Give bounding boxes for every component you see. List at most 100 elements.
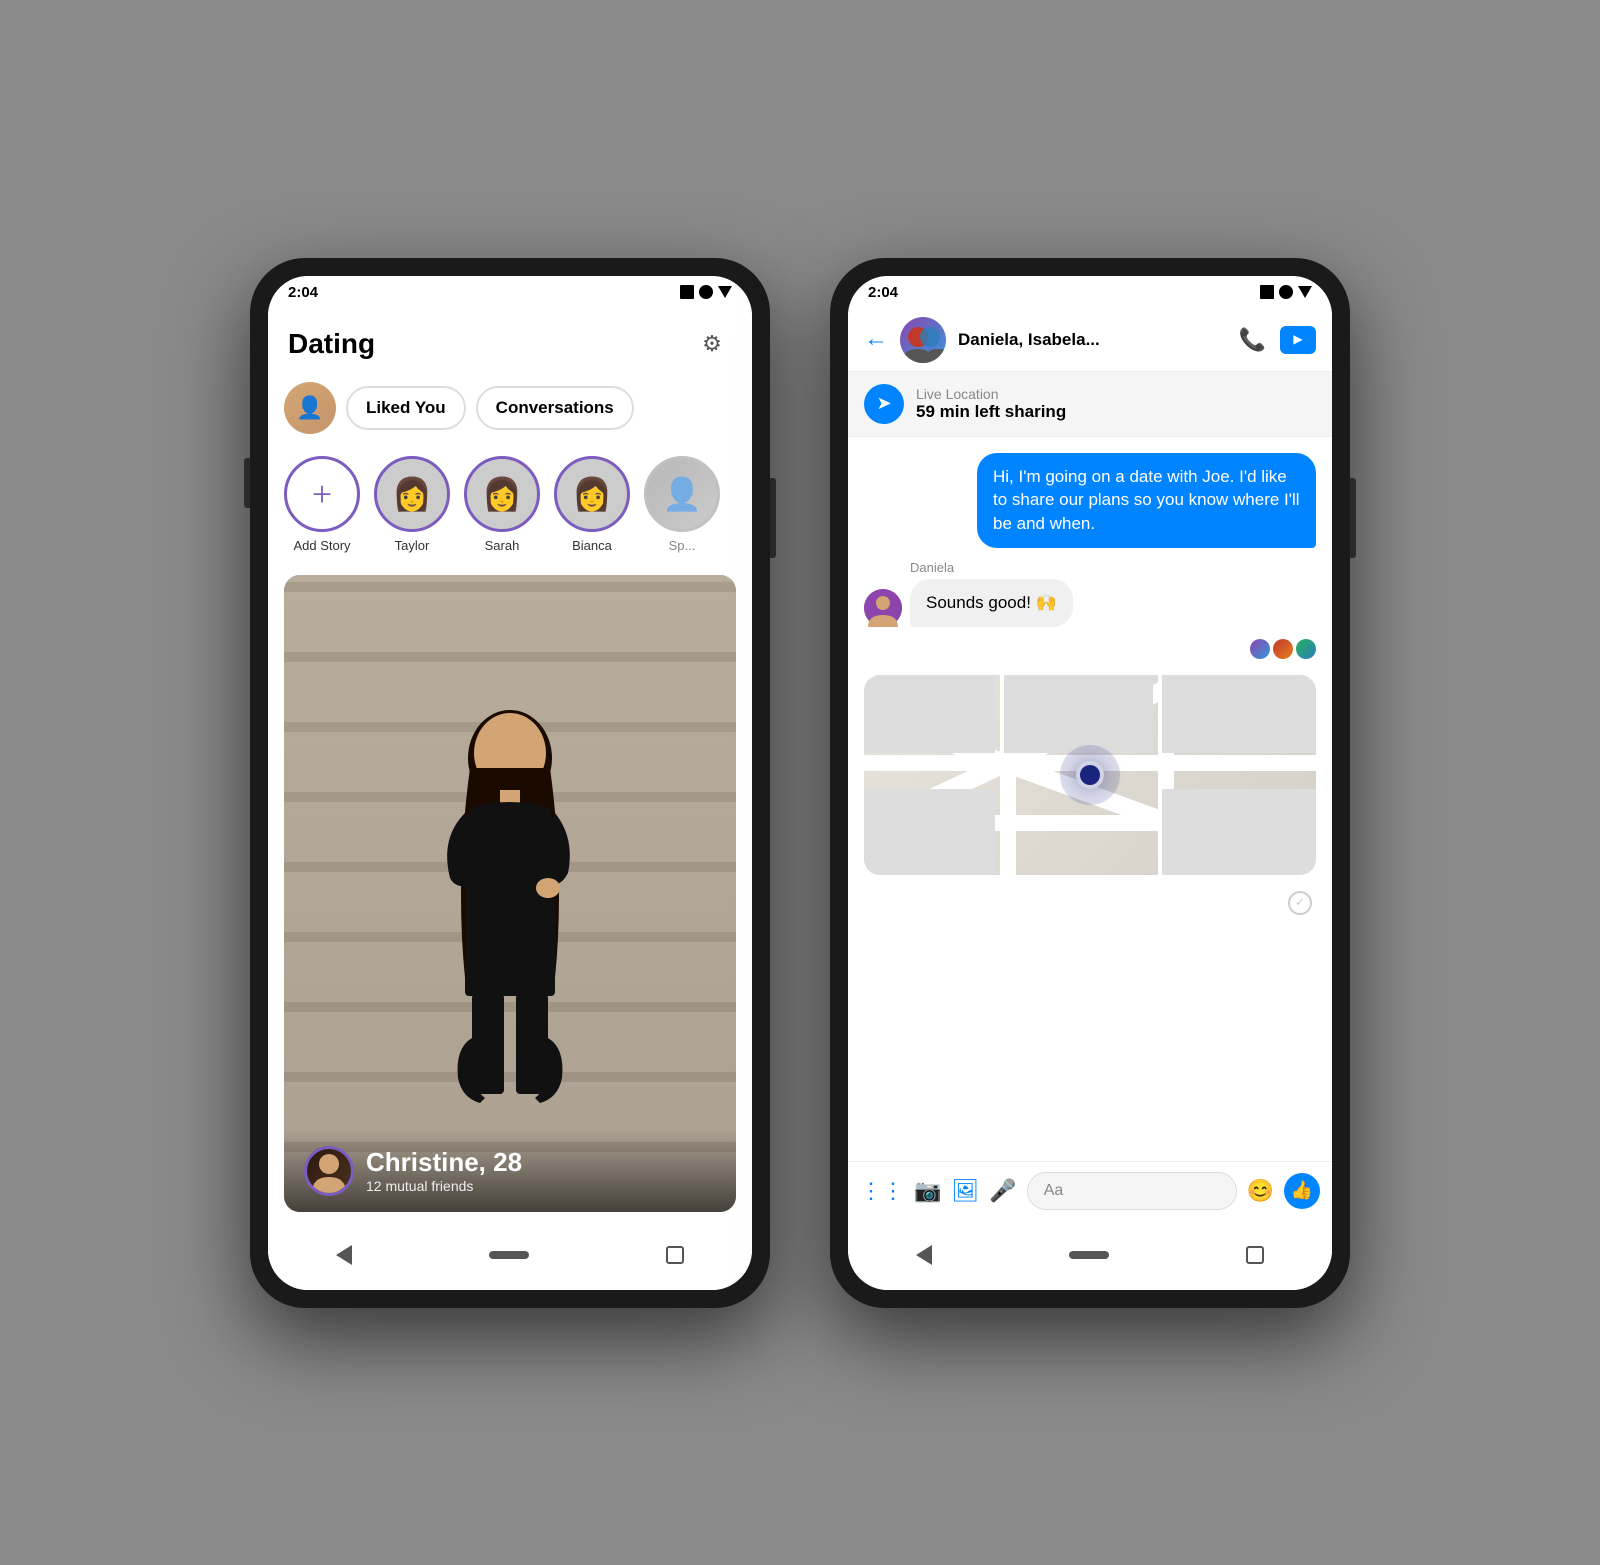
received-message-text: Sounds good! 🙌 <box>926 593 1057 612</box>
sender-name-label: Daniela <box>910 560 1316 575</box>
add-story-item[interactable]: + Add Story <box>284 456 360 553</box>
wifi-icon-r <box>1279 285 1293 299</box>
sent-message-bubble: Hi, I'm going on a date with Joe. I'd li… <box>977 453 1316 548</box>
person-svg <box>400 678 620 1108</box>
profile-background <box>284 575 736 1212</box>
grid-icon[interactable]: ⋮⋮ <box>860 1178 904 1204</box>
video-call-button[interactable] <box>1280 326 1316 354</box>
map-block2 <box>1004 675 1153 753</box>
daniela-avatar-icon <box>864 589 902 627</box>
taylor-avatar: 👩 <box>392 475 432 513</box>
conversations-tab[interactable]: Conversations <box>476 386 634 430</box>
status-icons-left <box>680 285 732 299</box>
right-phone: 2:04 ← Daniela, Isabela... 📞 <box>830 258 1350 1308</box>
daniela-avatar <box>864 589 902 627</box>
signal-icon-r <box>1260 285 1274 299</box>
settings-button[interactable]: ⚙ <box>692 324 732 364</box>
live-location-subtitle: 59 min left sharing <box>916 402 1066 422</box>
small-person-icon <box>307 1149 351 1193</box>
sarah-story-item[interactable]: 👩 Sarah <box>464 456 540 553</box>
home-nav-right[interactable] <box>1069 1251 1109 1259</box>
status-time-right: 2:04 <box>868 284 898 301</box>
status-time-left: 2:04 <box>288 284 318 301</box>
back-button[interactable]: ← <box>864 326 888 353</box>
read-avatar-2 <box>1273 639 1293 659</box>
bianca-story-item[interactable]: 👩 Bianca <box>554 456 630 553</box>
signal-icon <box>680 285 694 299</box>
left-phone: 2:04 Dating ⚙ 👤 Liked You Conversations … <box>250 258 770 1308</box>
home-nav-button[interactable] <box>489 1251 529 1259</box>
back-nav-right[interactable] <box>916 1245 932 1265</box>
sarah-avatar: 👩 <box>482 475 522 513</box>
stories-row: + Add Story 👩 Taylor 👩 Sarah <box>268 442 752 567</box>
live-location-banner[interactable]: ➤ Live Location 59 min left sharing <box>848 372 1332 437</box>
camera-icon[interactable]: 📷 <box>914 1178 941 1204</box>
emoji-icon[interactable]: 😊 <box>1247 1178 1274 1204</box>
recents-nav-right[interactable] <box>1246 1246 1264 1264</box>
live-location-title: Live Location <box>916 386 1066 402</box>
sarah-story-circle[interactable]: 👩 <box>464 456 540 532</box>
bianca-story-circle[interactable]: 👩 <box>554 456 630 532</box>
add-story-circle[interactable]: + <box>284 456 360 532</box>
map-bubble[interactable] <box>864 675 1316 875</box>
location-icon: ➤ <box>864 384 904 424</box>
received-message-group: Daniela Sounds good! 🙌 <box>864 560 1316 627</box>
battery-icon-r <box>1298 286 1312 298</box>
delivered-icon: ✓ <box>1288 891 1312 915</box>
conversation-name[interactable]: Daniela, Isabela... <box>958 330 1227 350</box>
recents-nav-button[interactable] <box>666 1246 684 1264</box>
back-nav-button[interactable] <box>336 1245 352 1265</box>
taylor-story-item[interactable]: 👩 Taylor <box>374 456 450 553</box>
bianca-avatar: 👩 <box>572 475 612 513</box>
call-button[interactable]: 📞 <box>1239 327 1266 353</box>
conversation-avatar[interactable] <box>900 317 946 363</box>
chat-area: Hi, I'm going on a date with Joe. I'd li… <box>848 437 1332 1161</box>
mic-icon[interactable]: 🎤 <box>989 1178 1016 1204</box>
more-label: Sp... <box>669 538 696 553</box>
input-placeholder: Aa <box>1044 1182 1064 1200</box>
map-block5 <box>1162 789 1316 875</box>
profile-info-overlay: Christine, 28 12 mutual friends <box>284 1130 736 1212</box>
group-avatar-icon <box>900 317 946 363</box>
read-avatar-1 <box>1250 639 1270 659</box>
power-button-right <box>1350 478 1356 558</box>
message-input[interactable]: Aa <box>1027 1172 1237 1210</box>
more-avatar: 👤 <box>662 475 702 513</box>
status-bar-right: 2:04 <box>848 276 1332 309</box>
plus-icon: + <box>312 473 332 515</box>
like-button[interactable]: 👍 <box>1284 1173 1320 1209</box>
profile-friends: 12 mutual friends <box>366 1178 522 1194</box>
status-bar-left: 2:04 <box>268 276 752 309</box>
volume-button <box>244 458 250 508</box>
location-dot <box>1076 761 1104 789</box>
profile-small-avatar <box>304 1146 354 1196</box>
tabs-row: 👤 Liked You Conversations <box>268 374 752 442</box>
wifi-icon <box>699 285 713 299</box>
taylor-label: Taylor <box>395 538 430 553</box>
received-message-row: Sounds good! 🙌 <box>864 579 1316 627</box>
map-block3 <box>1162 675 1316 753</box>
image-icon[interactable]: 🖼 <box>951 1178 979 1204</box>
battery-icon <box>718 286 732 298</box>
add-story-label: Add Story <box>293 538 350 553</box>
location-text: Live Location 59 min left sharing <box>916 386 1066 422</box>
read-receipts <box>864 639 1316 659</box>
sent-message-row: Hi, I'm going on a date with Joe. I'd li… <box>864 453 1316 548</box>
sent-message-text: Hi, I'm going on a date with Joe. I'd li… <box>993 467 1300 534</box>
bottom-nav-right <box>848 1220 1332 1290</box>
profile-name: Christine, 28 <box>366 1147 522 1178</box>
received-message-bubble: Sounds good! 🙌 <box>910 579 1073 627</box>
liked-you-tab[interactable]: Liked You <box>346 386 466 430</box>
read-avatar-3 <box>1296 639 1316 659</box>
dating-header: Dating ⚙ <box>268 309 752 374</box>
checkmark-area: ✓ <box>864 891 1316 915</box>
more-story-circle[interactable]: 👤 <box>644 456 720 532</box>
bottom-nav-left <box>268 1220 752 1290</box>
profile-card[interactable]: Christine, 28 12 mutual friends <box>284 575 736 1212</box>
more-story-item[interactable]: 👤 Sp... <box>644 456 720 553</box>
profile-text-group: Christine, 28 12 mutual friends <box>366 1147 522 1194</box>
power-button <box>770 478 776 558</box>
taylor-story-circle[interactable]: 👩 <box>374 456 450 532</box>
bianca-label: Bianca <box>572 538 612 553</box>
user-avatar[interactable]: 👤 <box>284 382 336 434</box>
